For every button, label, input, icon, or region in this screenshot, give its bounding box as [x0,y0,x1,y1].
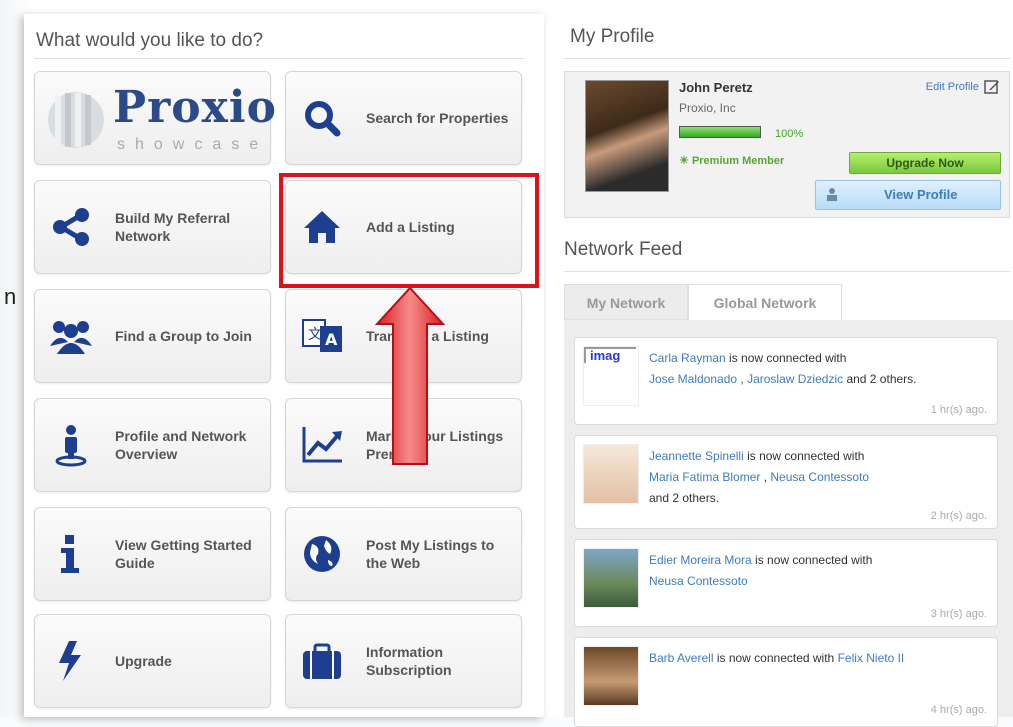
feed-time: 1 hr(s) ago. [930,404,987,416]
find-group-tile[interactable]: Find a Group to Join [34,289,271,383]
feed-item: Jeannette Spinelli is now connected with… [574,435,998,529]
svg-text:A: A [325,330,338,349]
edit-icon[interactable] [984,79,1000,95]
target-link[interactable]: Jose Maldonado [649,372,737,386]
svg-text:文: 文 [308,327,322,343]
getting-started-guide-tile[interactable]: View Getting Started Guide [34,507,271,601]
search-properties-tile[interactable]: Search for Properties [285,71,522,165]
tile-label: Profile and Network Overview [115,428,247,462]
target-link[interactable]: Neusa Contessoto [770,470,869,484]
target-link[interactable]: Felix Nieto II [838,651,905,665]
broken-image: imag [584,347,636,363]
profile-company: Proxio, Inc [679,101,736,115]
edit-profile-link[interactable]: Edit Profile [926,81,979,93]
feed-thumbnail [583,548,639,608]
share-icon [49,205,93,249]
lightning-icon [49,639,93,683]
profile-network-overview-tile[interactable]: Profile and Network Overview [34,398,271,492]
profile-title-rule [564,58,1010,59]
translate-icon: 文A [300,314,344,358]
actor-link[interactable]: Edier Moreira Mora [649,553,752,567]
view-profile-label: View Profile [884,187,958,202]
progress-fill [680,127,760,137]
premium-label: Premium Member [691,155,785,167]
avatar [585,80,669,192]
proxio-showcase-tile[interactable]: Proxio showcase [34,71,276,165]
feed-thumbnail [583,646,639,706]
information-subscription-tile[interactable]: Information Subscription [285,614,522,708]
feed-title-rule [564,271,1010,272]
tile-label: Find a Group to Join [115,328,252,344]
feed-text: Edier Moreira Mora is now connected with… [649,553,873,588]
tile-label: Post My Listings to the Web [366,537,495,571]
search-icon [300,96,344,140]
profile-title: My Profile [570,26,655,47]
actor-link[interactable]: Barb Averell [649,651,713,665]
tab-global-network[interactable]: Global Network [688,284,842,320]
market-listings-tile[interactable]: Market Your Listings Premium [285,398,522,492]
profile-card: John Peretz Proxio, Inc 100% ☀ Premium M… [564,71,1010,218]
cut-off-text: n [4,284,17,309]
tile-label: Market Your Listings Premium [366,428,504,462]
feed-item: imag Carla Rayman is now connected with … [574,337,998,425]
network-feed-title: Network Feed [564,239,683,260]
view-profile-button[interactable]: View Profile [815,180,1001,210]
feed-time: 2 hr(s) ago. [930,510,987,522]
user-icon [827,188,837,201]
tile-label: Search for Properties [366,110,509,126]
tile-label: Upgrade [115,653,172,669]
sun-icon: ☀ [679,155,689,167]
feed-thumbnail [583,444,639,504]
tile-label: Add a Listing [366,219,455,235]
feed-time: 4 hr(s) ago. [930,704,987,716]
tab-my-network[interactable]: My Network [564,284,688,320]
tile-label: Build My Referral Network [115,210,231,244]
logo-wordmark: Proxio [113,82,277,133]
build-referral-network-tile[interactable]: Build My Referral Network [34,180,271,274]
feed-text: Carla Rayman is now connected with Jose … [649,351,917,386]
target-link[interactable]: Jaroslaw Dziedzic [747,372,843,386]
actions-title: What would you like to do? [36,30,264,51]
feed-item: Edier Moreira Mora is now connected with… [574,539,998,627]
feed-text: Jeannette Spinelli is now connected with… [649,449,870,505]
info-icon [49,532,93,576]
globe-icon [300,532,344,576]
feed-time: 3 hr(s) ago. [930,608,987,620]
user-pin-icon [49,423,93,467]
tile-label: View Getting Started Guide [115,537,252,571]
profile-progress-bar [679,126,761,138]
feed-item: Barb Averell is now connected with Felix… [574,637,998,727]
profile-name: John Peretz [679,80,753,95]
upgrade-tile[interactable]: Upgrade [34,614,271,708]
progress-percent: 100% [775,128,804,140]
logo-subtitle: showcase [117,136,269,153]
add-listing-tile[interactable]: Add a Listing [285,180,522,274]
actor-link[interactable]: Carla Rayman [649,351,726,365]
feed-text: Barb Averell is now connected with Felix… [649,651,905,665]
home-icon [300,205,344,249]
chart-line-icon [300,423,344,467]
tile-label: Information Subscription [366,644,452,678]
group-icon [49,314,93,358]
tile-label: Translate a Listing [366,328,489,344]
proxio-showcase-logo: Proxio showcase [43,80,276,156]
post-listings-web-tile[interactable]: Post My Listings to the Web [285,507,522,601]
upgrade-now-button[interactable]: Upgrade Now [849,152,1001,174]
target-link[interactable]: Maria Fatima Blomer [649,470,760,484]
feed-thumbnail: imag [583,346,639,406]
actions-title-rule [34,58,524,59]
briefcase-icon [300,639,344,683]
premium-status: ☀ Premium Member [679,154,784,167]
translate-listing-tile[interactable]: 文A Translate a Listing [285,289,522,383]
globe-logo-icon [48,92,104,148]
actor-link[interactable]: Jeannette Spinelli [649,449,744,463]
target-link[interactable]: Neusa Contessoto [649,574,748,588]
